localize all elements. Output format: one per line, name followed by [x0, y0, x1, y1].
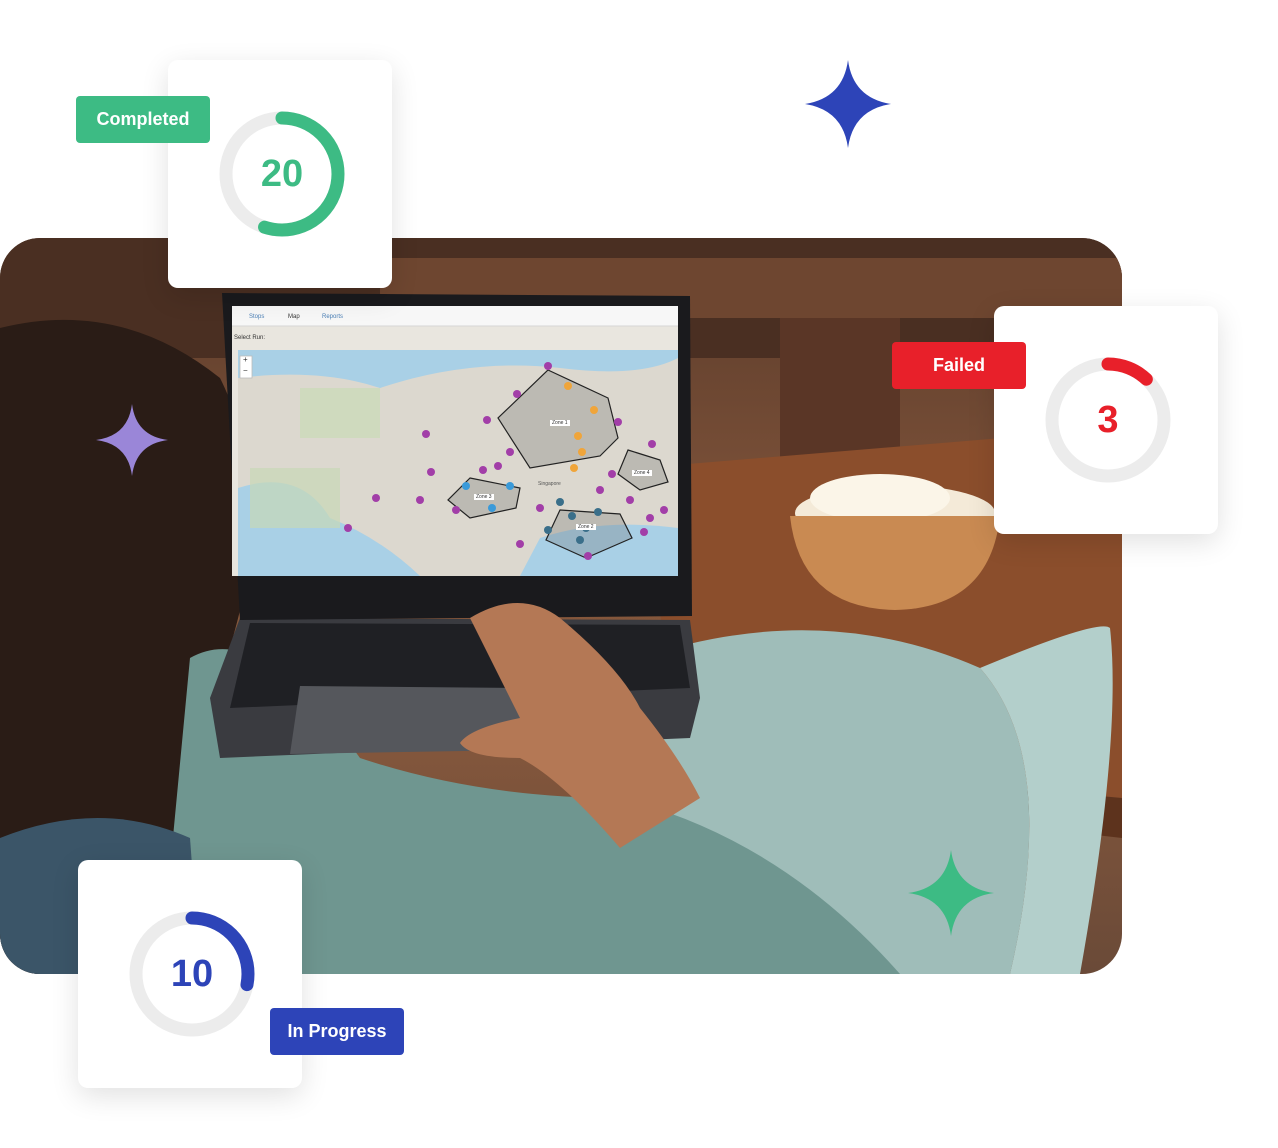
zone-label-3: Zone 3: [474, 494, 494, 500]
sparkle-blue-shape: [805, 60, 891, 148]
in-progress-card: 10: [78, 860, 302, 1088]
sparkle-purple-shape: [96, 404, 168, 476]
sparkle-star-icon-green: [908, 850, 994, 936]
failed-ring: 3: [1044, 356, 1172, 484]
in-progress-ring: 10: [128, 910, 256, 1038]
zoom-out-button: −: [243, 366, 248, 375]
completed-badge: Completed: [76, 96, 210, 143]
in-progress-badge: In Progress: [270, 1008, 404, 1055]
in-progress-count: 10: [170, 952, 214, 995]
failed-card: 3: [994, 306, 1218, 534]
failed-badge: Failed: [892, 342, 1026, 389]
select-run-label: Select Run:: [234, 335, 266, 341]
laptop-tab-stops: Stops: [249, 314, 265, 320]
completed-card: 20: [168, 60, 392, 288]
city-label: Singapore: [538, 481, 561, 487]
zone-label-2: Zone 2: [576, 524, 596, 530]
sparkle-star-icon: [805, 60, 891, 148]
laptop-tab-reports: Reports: [322, 314, 344, 320]
sparkle-star-icon-purple: [96, 404, 168, 476]
completed-ring: 20: [218, 110, 346, 238]
laptop-screen: [232, 306, 678, 576]
laptop-tab-map: Map: [288, 314, 300, 320]
completed-count: 20: [260, 152, 304, 195]
sparkle-green-shape: [908, 850, 994, 936]
failed-count: 3: [1097, 398, 1119, 441]
zone-label-1: Zone 1: [550, 420, 570, 426]
zoom-in-button: +: [243, 355, 248, 364]
zone-label-4: Zone 4: [632, 470, 652, 476]
